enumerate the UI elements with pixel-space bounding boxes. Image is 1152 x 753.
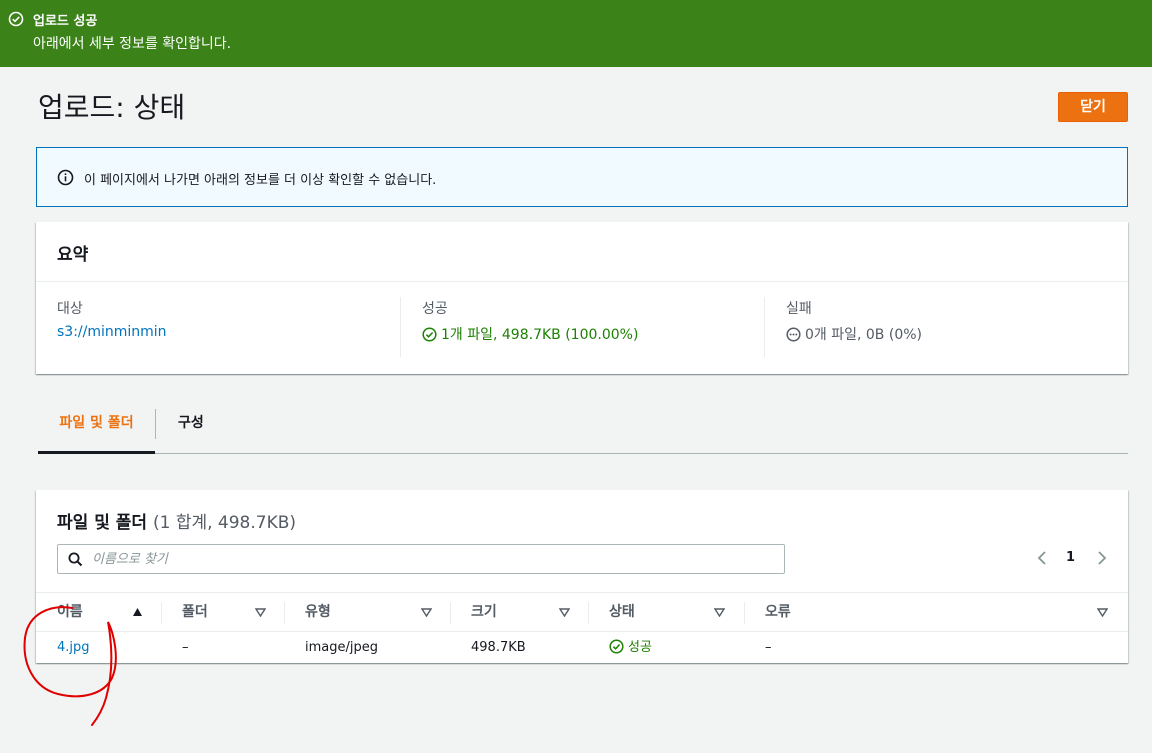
info-message: 이 페이지에서 나가면 아래의 정보를 더 이상 확인할 수 없습니다. — [84, 173, 437, 188]
succeeded-text: 1개 파일, 498.7KB (100.00%) — [441, 327, 639, 343]
cell-size: 498.7KB — [471, 640, 526, 655]
column-separator — [744, 602, 745, 624]
column-divider — [400, 297, 401, 357]
column-separator — [588, 602, 589, 624]
summary-succeeded: 성공 1개 파일, 498.7KB (100.00%) — [422, 282, 762, 374]
search-input[interactable] — [92, 545, 772, 573]
succeeded-value: 1개 파일, 498.7KB (100.00%) — [422, 324, 638, 344]
tabs: 파일 및 폴더 구성 — [38, 396, 1128, 454]
info-alert: 이 페이지에서 나가면 아래의 정보를 더 이상 확인할 수 없습니다. — [36, 147, 1128, 207]
column-divider — [764, 297, 765, 357]
column-header-size[interactable]: 크기 — [471, 593, 497, 633]
column-separator — [450, 602, 451, 624]
sort-caret-down-icon[interactable] — [421, 607, 432, 617]
flash-title: 업로드 성공 — [33, 14, 98, 29]
page-number[interactable]: 1 — [1066, 550, 1075, 565]
destination-link[interactable]: s3://minminmin — [57, 324, 167, 340]
column-header-status[interactable]: 상태 — [609, 593, 635, 633]
search-box — [57, 544, 785, 574]
ellipsis-circle-icon — [786, 327, 801, 342]
sort-caret-down-icon[interactable] — [1097, 607, 1108, 617]
summary-panel: 요약 대상 s3://minminmin 성공 1개 파일, 498.7KB (… — [36, 222, 1128, 374]
sort-caret-down-icon[interactable] — [714, 607, 725, 617]
files-title-text: 파일 및 폴더 — [57, 513, 148, 533]
summary-header: 요약 — [36, 222, 1128, 282]
tab-files-and-folders[interactable]: 파일 및 폴더 — [38, 396, 155, 454]
summary-destination: 대상 s3://minminmin — [57, 282, 397, 374]
column-header-folder[interactable]: 폴더 — [182, 593, 208, 633]
column-separator — [161, 602, 162, 624]
success-check-icon — [422, 327, 437, 342]
success-flash-banner: 업로드 성공 아래에서 세부 정보를 확인합니다. — [0, 0, 1152, 67]
info-circle-icon — [57, 169, 74, 186]
chevron-right-icon[interactable] — [1095, 550, 1109, 566]
column-header-error[interactable]: 오류 — [765, 593, 791, 633]
flash-message: 아래에서 세부 정보를 확인합니다. — [33, 36, 232, 52]
status-text: 성공 — [628, 640, 652, 655]
cell-error: – — [765, 640, 772, 655]
column-separator — [284, 602, 285, 624]
tab-configuration[interactable]: 구성 — [178, 396, 204, 453]
success-check-icon — [609, 639, 624, 654]
sort-ascending-icon[interactable] — [132, 607, 143, 617]
files-count: (1 합계, 498.7KB) — [152, 513, 297, 533]
column-header-type[interactable]: 유형 — [305, 593, 331, 633]
search-icon — [68, 552, 83, 567]
table-header: 이름 폴더 유형 크기 상태 오류 — [36, 592, 1128, 632]
cell-type: image/jpeg — [305, 640, 378, 655]
files-panel: 파일 및 폴더 (1 합계, 498.7KB) 1 이름 폴더 유형 크기 — [36, 490, 1128, 663]
table-row: 4.jpg – image/jpeg 498.7KB 성공 – — [36, 632, 1128, 663]
summary-failed: 실패 0개 파일, 0B (0%) — [786, 282, 1116, 374]
summary-title: 요약 — [57, 245, 89, 265]
file-name-link[interactable]: 4.jpg — [57, 632, 90, 663]
close-button[interactable]: 닫기 — [1058, 92, 1128, 122]
failed-value: 0개 파일, 0B (0%) — [786, 324, 922, 344]
failed-text: 0개 파일, 0B (0%) — [805, 327, 922, 343]
page-title: 업로드: 상태 — [38, 91, 186, 124]
tab-separator — [155, 409, 156, 439]
succeeded-label: 성공 — [422, 301, 448, 317]
sort-caret-down-icon[interactable] — [559, 607, 570, 617]
files-title: 파일 및 폴더 (1 합계, 498.7KB) — [57, 508, 296, 533]
sort-caret-down-icon[interactable] — [255, 607, 266, 617]
failed-label: 실패 — [786, 301, 812, 317]
destination-label: 대상 — [57, 301, 83, 317]
chevron-left-icon[interactable] — [1035, 550, 1049, 566]
column-header-name[interactable]: 이름 — [57, 593, 83, 633]
cell-status: 성공 — [609, 632, 652, 663]
check-circle-icon — [8, 11, 24, 27]
cell-folder: – — [182, 640, 189, 655]
